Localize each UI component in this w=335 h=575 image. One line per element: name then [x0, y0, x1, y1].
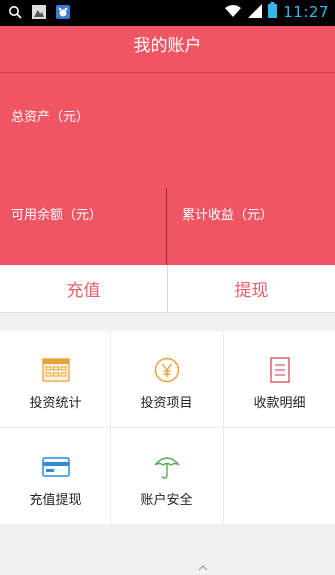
grid-item-receipt-details[interactable]: 收款明细	[224, 331, 335, 427]
document-icon	[265, 357, 295, 383]
total-assets-label: 总资产（元）	[11, 110, 90, 125]
grid-item-label: 充值提现	[29, 493, 82, 508]
status-bar: 11:27	[0, 0, 335, 26]
account-header: 我的账户 总资产（元） 可用余额（元） 累计收益（元）	[0, 26, 335, 265]
grid-item-label: 收款明细	[253, 396, 306, 411]
function-grid: 投资统计 投资项目 收款明细 充值提现 账户安全	[0, 331, 335, 524]
available-balance-label: 可用余额（元）	[11, 208, 103, 223]
wifi-icon	[224, 3, 242, 22]
recharge-button[interactable]: 充值	[0, 265, 167, 312]
battery-icon	[268, 2, 278, 22]
grid-item-label: 投资项目	[140, 396, 193, 411]
grid-item-investment-statistics[interactable]: 投资统计	[0, 331, 111, 427]
page-title: 我的账户	[133, 36, 202, 56]
card-icon	[41, 454, 71, 480]
grid-item-label: 账户安全	[140, 493, 193, 508]
statistics-icon	[41, 357, 71, 383]
status-time: 11:27	[283, 3, 329, 21]
grid-item-recharge-withdraw[interactable]: 充值提现	[0, 428, 111, 524]
header-divider	[0, 72, 335, 73]
umbrella-icon	[152, 454, 182, 480]
scroll-indicator-icon	[198, 556, 208, 571]
app-icon	[54, 3, 72, 21]
cumulative-income-label: 累计收益（元）	[182, 208, 274, 223]
image-icon	[30, 3, 48, 21]
yen-coin-icon	[152, 357, 182, 383]
grid-item-account-security[interactable]: 账户安全	[111, 428, 222, 524]
search-icon	[6, 3, 24, 21]
signal-icon	[248, 3, 263, 22]
grid-item-label: 投资统计	[29, 396, 82, 411]
grid-item-investment-projects[interactable]: 投资项目	[111, 331, 222, 427]
withdraw-button[interactable]: 提现	[167, 265, 335, 312]
balance-divider	[166, 188, 167, 265]
action-bar: 充值 提现	[0, 265, 335, 313]
